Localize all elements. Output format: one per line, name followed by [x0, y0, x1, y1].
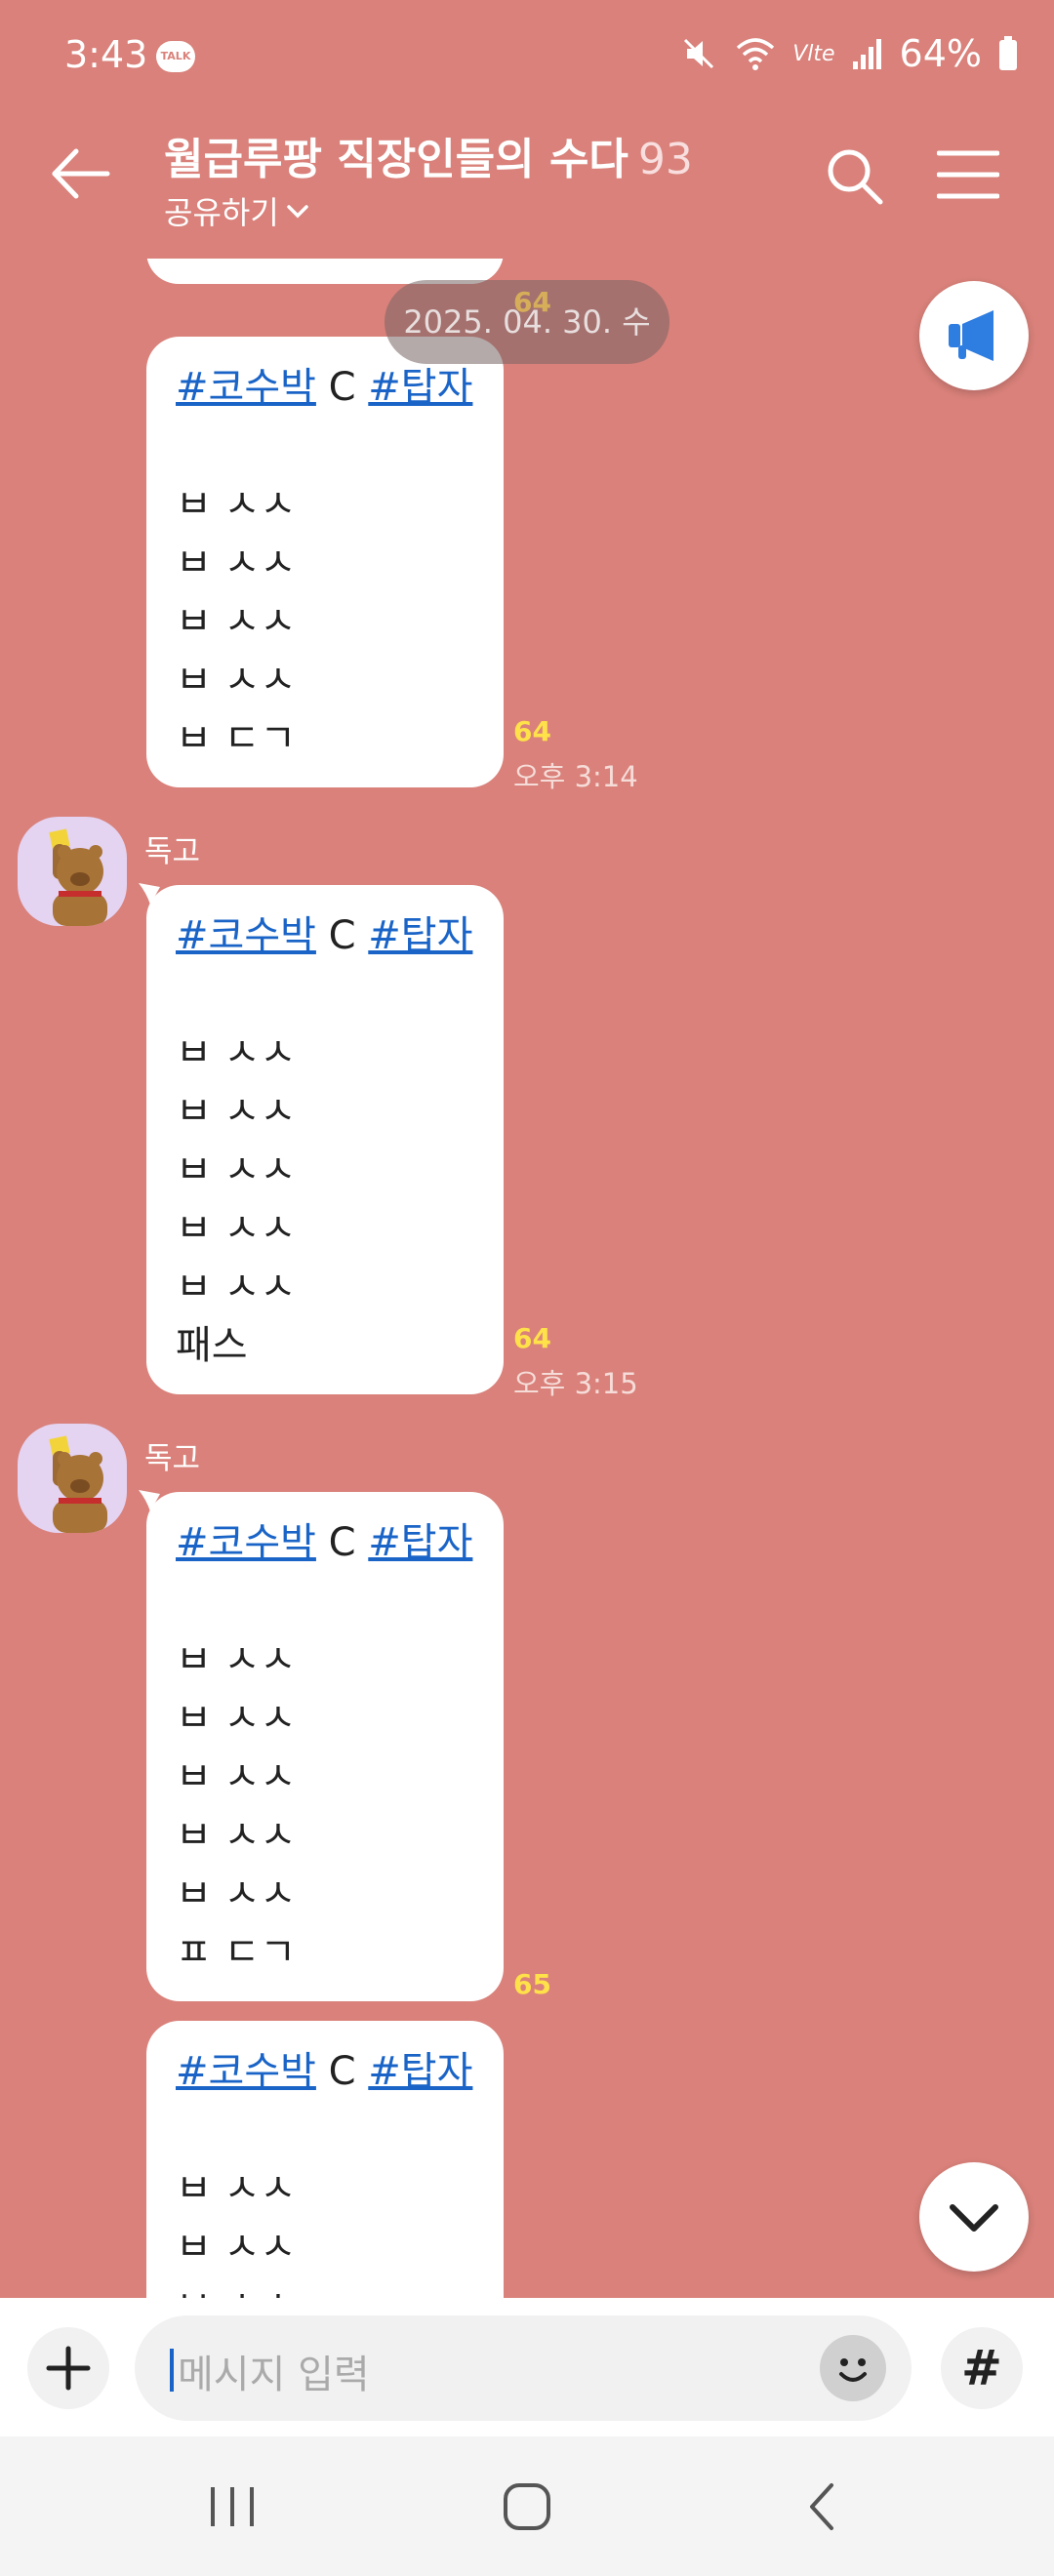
avatar[interactable] [18, 817, 127, 926]
message-bubble[interactable]: #코수박 C #탑자 ㅂ ㅅㅅ ㅂ ㅅㅅ ㅂ ㅅㅅ ㅂ ㅅㅅ ㅂ ㄷㄱ [146, 337, 504, 787]
emoji-icon [839, 2358, 867, 2382]
search-icon[interactable] [820, 141, 888, 210]
talk-notification-icon: TALK [156, 41, 195, 72]
faded-unread-count: 64 [513, 286, 551, 318]
hashtag-link[interactable]: #탑자 [368, 913, 472, 958]
wifi-icon [737, 38, 775, 70]
sender-name: 독고 [144, 1441, 201, 1476]
message-line: ㅂ ㅅㅅ [176, 1872, 297, 1916]
system-nav-bar [0, 2436, 1054, 2576]
back-arrow-icon[interactable] [47, 140, 115, 208]
scroll-down-button[interactable] [919, 2162, 1029, 2272]
message-line: ㅂ ㅅㅅ [176, 1637, 297, 1682]
message-line: 패스 [176, 1323, 248, 1368]
message-hashtags: #코수박 C #탑자 [176, 913, 473, 958]
share-dropdown[interactable]: 공유하기 [164, 188, 310, 233]
chevron-down-icon [287, 205, 308, 219]
chevron-down-icon [950, 2204, 998, 2232]
nav-back-icon[interactable] [785, 2475, 863, 2538]
message-line: ㅂ ㅅㅅ [176, 541, 297, 585]
notice-button[interactable] [919, 281, 1029, 390]
message-hashtags: #코수박 C #탑자 [176, 2049, 473, 2094]
unread-count: 64 [513, 1322, 551, 1354]
hashtag-link[interactable]: #코수박 [176, 2049, 316, 2094]
sender-name: 독고 [144, 834, 201, 869]
message-time: 오후 3:15 [513, 1367, 638, 1400]
menu-icon[interactable] [937, 147, 999, 202]
message-line: ㅂ ㅅㅅ [176, 1754, 297, 1799]
volte-indicator: Vlte [792, 41, 835, 66]
message-bubble[interactable]: #코수박 C #탑자 ㅂ ㅅㅅ ㅂ ㅅㅅ ㅂ ㅅㅅ [146, 2021, 504, 2298]
hashtag-link[interactable]: #코수박 [176, 913, 316, 958]
message-bubble[interactable]: #코수박 C #탑자 ㅂ ㅅㅅ ㅂ ㅅㅅ ㅂ ㅅㅅ ㅂ ㅅㅅ ㅂ ㅅㅅ ㅍ ㄷㄱ [146, 1492, 504, 2001]
message-line: ㅂ ㅅㅅ [176, 482, 297, 527]
message-line: ㅂ ㅅㅅ [176, 1089, 297, 1134]
message-line: ㅂ ㅅㅅ [176, 2166, 297, 2211]
message-line: ㅂ ㅅㅅ [176, 2276, 474, 2298]
message-line: ㅂ ㄷㄱ [176, 716, 297, 761]
avatar[interactable] [18, 1424, 127, 1533]
message-line: ㅂ ㅅㅅ [176, 1030, 297, 1075]
message-input-bar: 메시지 입력 # [0, 2298, 1054, 2436]
message-line: ㅂ ㅅㅅ [176, 658, 297, 703]
unread-count: 64 [513, 715, 551, 747]
chat-title[interactable]: 월급루팡 직장인들의 수다 93 [164, 124, 693, 186]
message-placeholder: 메시지 입력 [178, 2353, 370, 2397]
message-line: ㅂ ㅅㅅ [176, 1265, 297, 1309]
chat-room-name: 월급루팡 직장인들의 수다 [164, 135, 628, 184]
message-input[interactable]: 메시지 입력 [135, 2315, 912, 2421]
text-caret [170, 2349, 174, 2392]
home-icon[interactable] [488, 2475, 566, 2538]
hashtag-link[interactable]: #탑자 [368, 365, 472, 410]
message-line: ㅂ ㅅㅅ [176, 1813, 297, 1858]
attach-button[interactable] [27, 2327, 109, 2409]
share-label: 공유하기 [164, 194, 279, 231]
unread-count: 65 [513, 1968, 551, 2000]
recent-apps-icon[interactable] [193, 2475, 271, 2538]
battery-percent: 64% [899, 32, 982, 75]
message-line: ㅍ ㄷㄱ [176, 1930, 297, 1975]
hashtag-link[interactable]: #코수박 [176, 365, 316, 410]
message-hashtags: #코수박 C #탑자 [176, 1520, 473, 1565]
status-time: 3:43 [64, 33, 148, 76]
status-bar: 3:43 TALK Vlte 64% [0, 0, 1054, 112]
signal-icon [852, 39, 881, 69]
plus-icon [46, 2346, 91, 2391]
chat-messages[interactable]: ㅂ ㄷㄱ #코수박 C #탑자 ㅂ ㅅㅅ ㅂ ㅅㅅ ㅂ ㅅㅅ ㅂ ㅅㅅ ㅂ ㄷㄱ… [0, 259, 1054, 2298]
emoji-button[interactable] [820, 2335, 886, 2401]
battery-icon [999, 36, 1017, 70]
hashtag-link[interactable]: #탑자 [368, 1520, 472, 1565]
bear-avatar-icon [49, 1435, 107, 1533]
message-bubble[interactable]: #코수박 C #탑자 ㅂ ㅅㅅ ㅂ ㅅㅅ ㅂ ㅅㅅ ㅂ ㅅㅅ ㅂ ㅅㅅ 패스 [146, 885, 504, 1394]
message-time: 오후 3:14 [513, 760, 638, 793]
hash-icon[interactable]: # [941, 2327, 1023, 2409]
message-line: ㅂ ㅅㅅ [176, 599, 297, 644]
member-count: 93 [637, 135, 693, 184]
message-line: ㅂ ㅅㅅ [176, 1147, 297, 1192]
bear-avatar-icon [49, 828, 107, 926]
message-line: ㅂ ㅅㅅ [176, 2225, 297, 2270]
message-hashtags: #코수박 C #탑자 [176, 365, 473, 410]
message-line: ㅂ ㅅㅅ [176, 1696, 297, 1741]
message-line: ㅂ ㄷㄱ [176, 259, 474, 272]
megaphone-icon [949, 310, 993, 361]
mute-icon [684, 38, 714, 69]
hashtag-link[interactable]: #코수박 [176, 1520, 316, 1565]
chat-header: 월급루팡 직장인들의 수다 93 공유하기 [0, 112, 1054, 259]
status-icons: Vlte 64% [679, 29, 1019, 78]
hashtag-link[interactable]: #탑자 [368, 2049, 472, 2094]
message-line: ㅂ ㅅㅅ [176, 1206, 297, 1251]
